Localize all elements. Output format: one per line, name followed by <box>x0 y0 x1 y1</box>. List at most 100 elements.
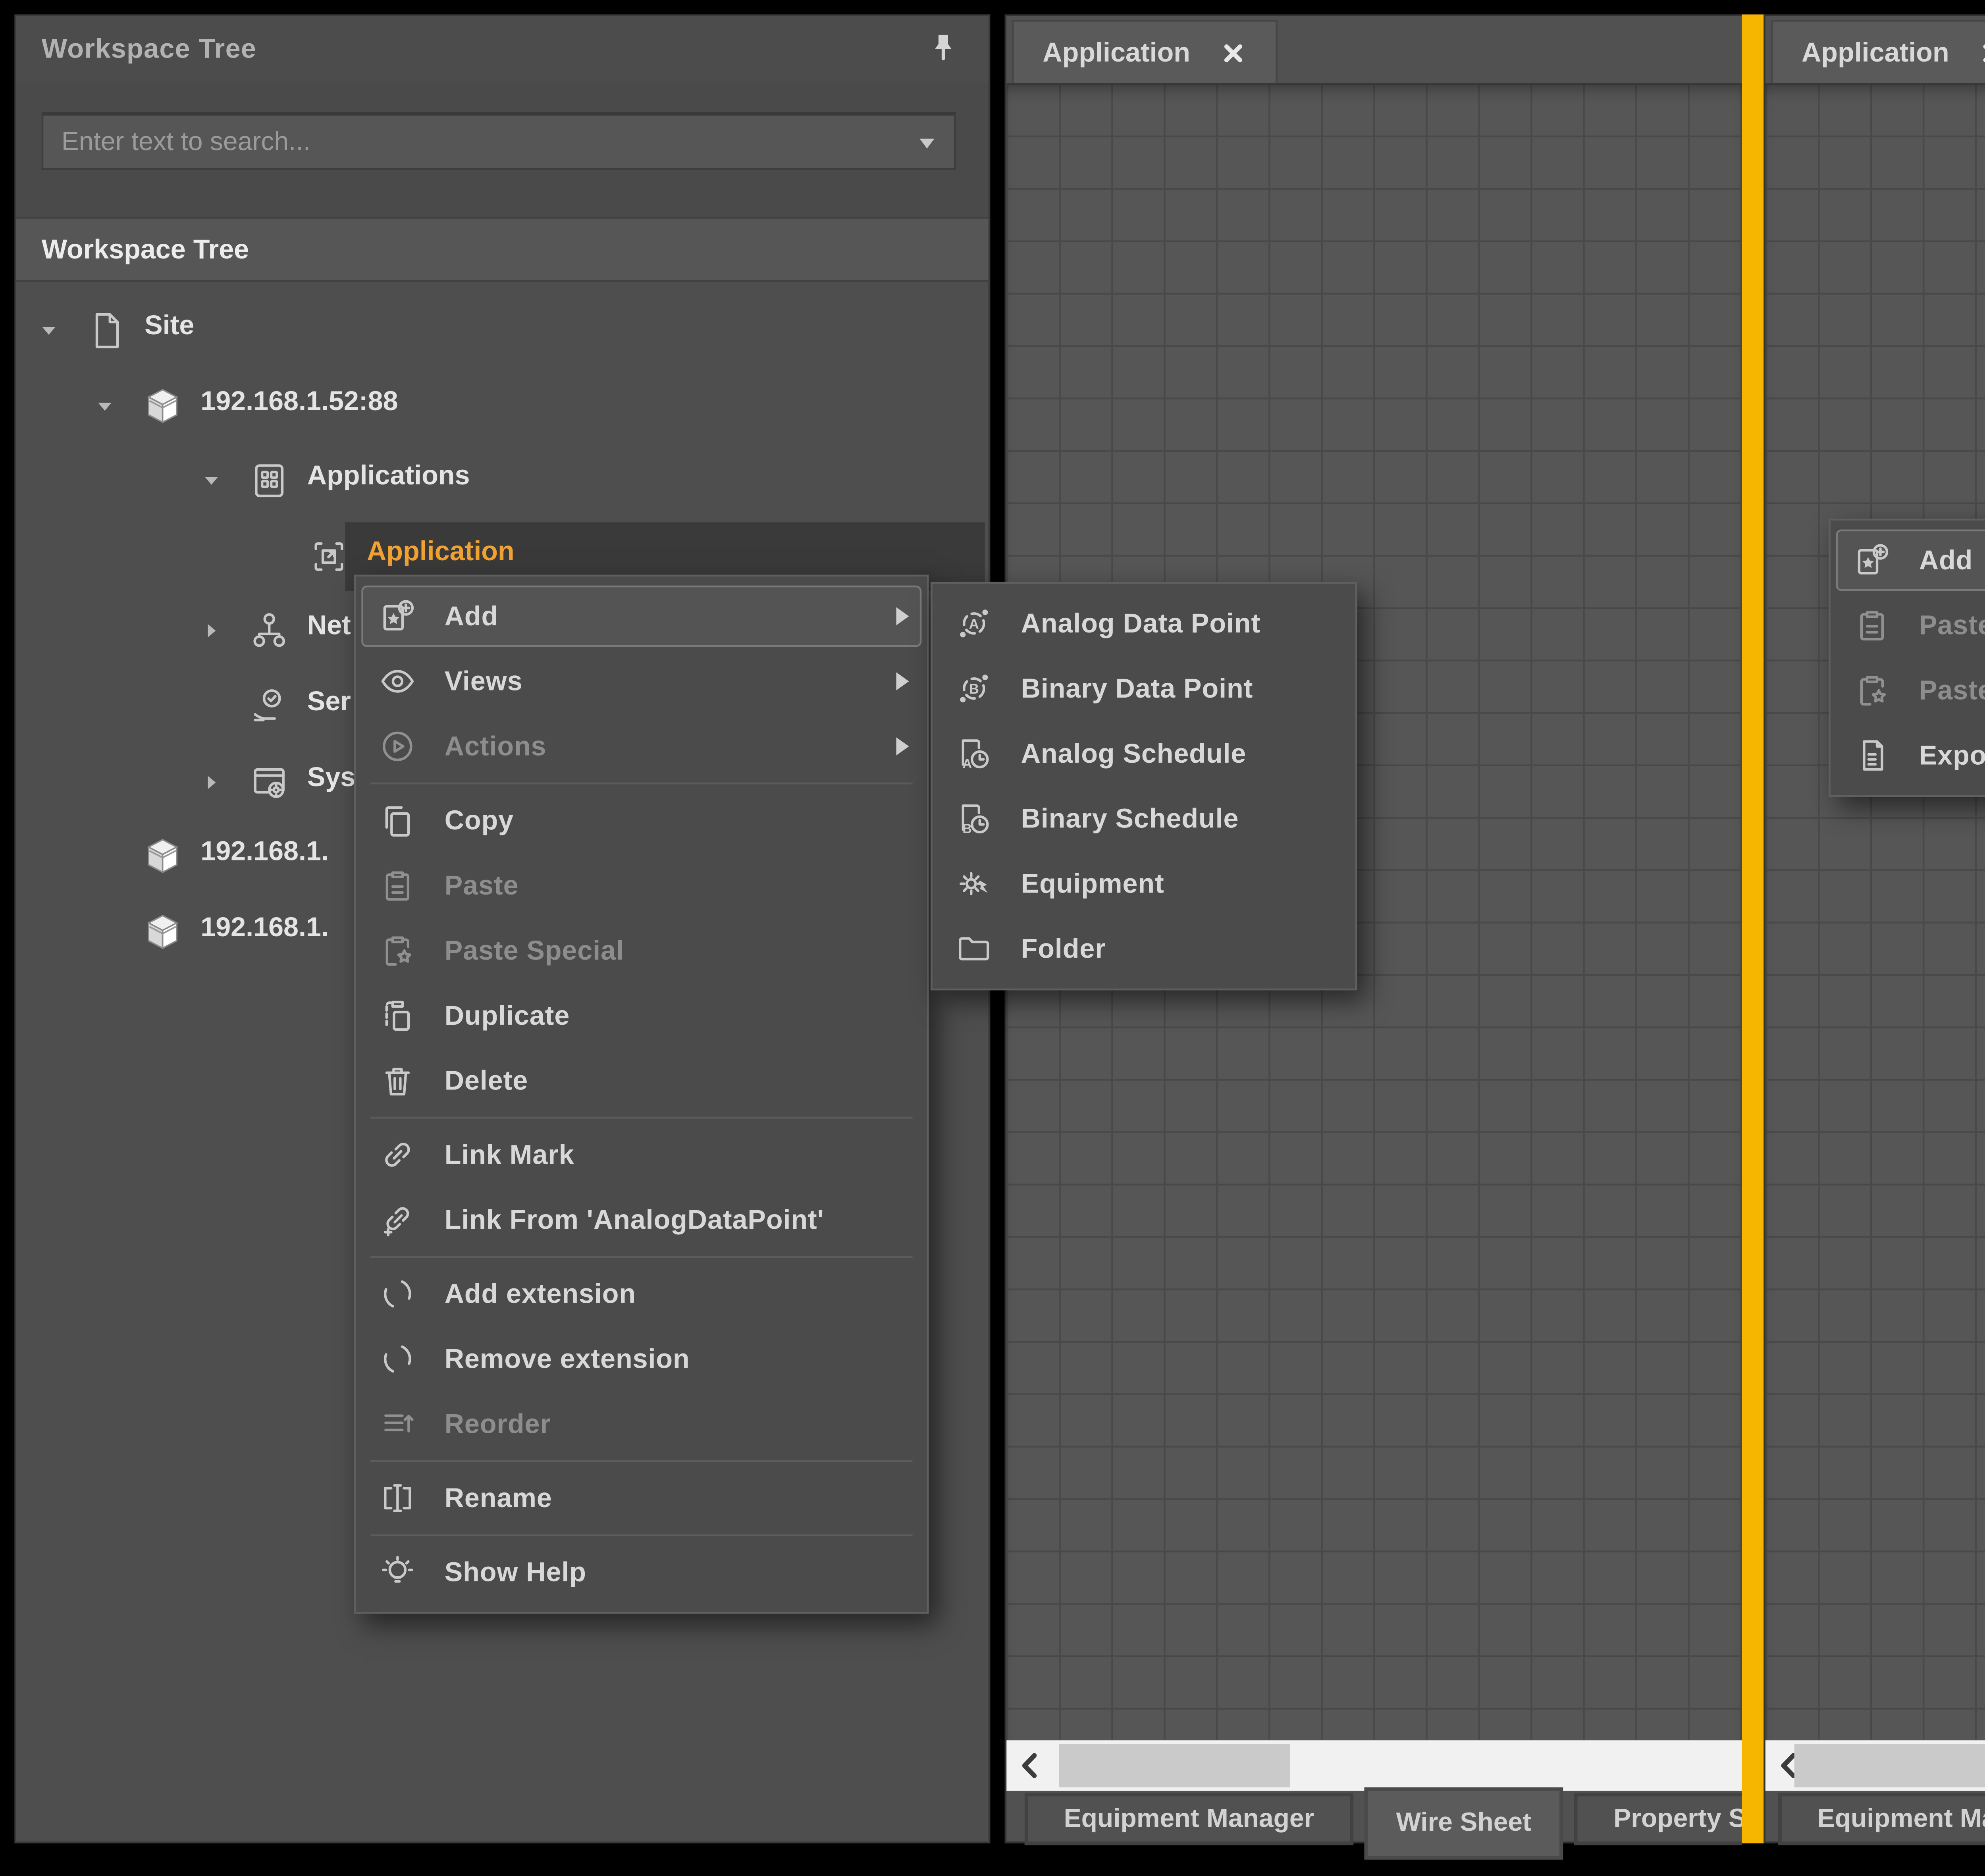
menu-item-label: Duplicate <box>445 1000 570 1031</box>
scrollbar-thumb[interactable] <box>1794 1744 1985 1787</box>
bottom-tab-wire-sheet[interactable]: Wire Sheet <box>1364 1787 1563 1860</box>
menu-item-label: Delete <box>445 1065 528 1096</box>
svg-text:A: A <box>963 756 972 771</box>
menu-item-export-print[interactable]: Export/Print <box>1831 723 1985 788</box>
menu-item-label: Folder <box>1021 933 1106 964</box>
menu-item-show-help[interactable]: Show Help <box>356 1540 927 1605</box>
menu-item-add[interactable]: Add <box>1831 528 1985 593</box>
right-editor-panel: Application Equipment ManagerWire SheetP… <box>1763 14 1985 1843</box>
menu-item-binary-schedule[interactable]: BBinary Schedule <box>933 786 1355 851</box>
svg-text:B: B <box>969 681 979 697</box>
menu-item-binary-data-point[interactable]: B Binary Data Point <box>933 656 1355 721</box>
applications-icon <box>248 459 291 502</box>
menu-item-duplicate[interactable]: Duplicate <box>356 983 927 1048</box>
services-icon <box>248 685 291 728</box>
menu-item-label: Add extension <box>445 1278 636 1309</box>
menu-item-paste: Paste <box>356 853 927 918</box>
tree-item-label: Net <box>307 611 351 641</box>
menu-item-label: Paste <box>1919 610 1985 640</box>
export-print-icon <box>1852 736 1892 775</box>
tab-application-center[interactable]: Application <box>1012 20 1277 83</box>
folder-icon <box>954 929 994 969</box>
tab-application-right[interactable]: Application <box>1771 20 1985 83</box>
tree-item-label: 192.168.1. <box>200 913 329 943</box>
menu-item-analog-schedule[interactable]: A Analog Schedule <box>933 721 1355 786</box>
actions-icon <box>378 727 417 766</box>
tree-section-header: Workspace Tree <box>16 217 989 282</box>
wire-sheet-canvas-right[interactable] <box>1765 83 1985 1740</box>
tree-item-label: Ser <box>307 687 351 717</box>
tree-item-applications[interactable]: Applications <box>16 443 989 519</box>
link-from-icon <box>378 1200 417 1240</box>
menu-item-label: Actions <box>445 731 547 762</box>
menu-item-delete[interactable]: Delete <box>356 1048 927 1113</box>
menu-item-label: Binary Data Point <box>1021 673 1253 704</box>
menu-item-remove-extension[interactable]: Remove extension <box>356 1327 927 1392</box>
expand-arrow-icon[interactable] <box>199 770 224 795</box>
tree-item-label: Application <box>367 537 515 567</box>
menu-item-add[interactable]: Add <box>356 584 927 649</box>
bottom-tab-property-sheet[interactable]: Property Sheet <box>1574 1793 1742 1845</box>
app-window: Workspace Tree Workspace Tree Site 192.16… <box>0 0 1985 1876</box>
menu-item-label: Copy <box>445 805 514 836</box>
bottom-tab-equipment-manager[interactable]: Equipment Manager <box>1025 1793 1353 1845</box>
menu-item-paste: Paste <box>1831 593 1985 658</box>
menu-item-add-extension[interactable]: Add extension <box>356 1261 927 1327</box>
expand-arrow-icon[interactable] <box>199 618 224 644</box>
menu-item-link-mark[interactable]: Link Mark <box>356 1122 927 1188</box>
svg-text:A: A <box>969 616 979 632</box>
scroll-left-icon[interactable] <box>1012 1746 1048 1785</box>
system-icon <box>248 761 291 804</box>
menu-item-link-from-analogdatapoint-[interactable]: Link From 'AnalogDataPoint' <box>356 1187 927 1252</box>
collapse-arrow-icon[interactable] <box>199 468 224 494</box>
bottom-tab-label: Property Sheet <box>1613 1805 1742 1834</box>
bottom-tab-label: Equipment Manager <box>1817 1805 1985 1834</box>
tree-context-menu: Add Views Actions Copy PastePaste Special Dup… <box>354 575 929 1614</box>
binary-point-icon: B <box>954 669 994 708</box>
search-box <box>42 112 956 170</box>
menu-item-label: Analog Schedule <box>1021 738 1247 769</box>
menu-item-label: Link From 'AnalogDataPoint' <box>445 1205 824 1235</box>
bottom-tab-equipment-manager[interactable]: Equipment Manager <box>1778 1793 1985 1845</box>
close-icon[interactable] <box>1978 39 1985 66</box>
search-input[interactable] <box>43 127 911 156</box>
bottom-tab-label: Wire Sheet <box>1396 1809 1532 1838</box>
add-icon <box>1852 540 1892 580</box>
application-icon <box>307 535 351 578</box>
tree-item-label: Applications <box>307 461 470 492</box>
device-cube-icon <box>141 911 184 954</box>
help-icon <box>378 1552 417 1592</box>
workspace-tree-header: Workspace Tree <box>16 16 989 85</box>
menu-separator <box>370 1256 912 1258</box>
menu-item-paste-special: Paste Special <box>356 918 927 983</box>
panel-splitter[interactable] <box>1742 14 1764 1843</box>
collapse-arrow-icon[interactable] <box>92 394 118 419</box>
paste-special-icon <box>1852 671 1892 710</box>
horizontal-scrollbar-center[interactable] <box>1006 1740 1742 1791</box>
site-page-icon <box>85 309 128 352</box>
menu-item-views[interactable]: Views <box>356 649 927 714</box>
tree-item-label: 192.168.1.52:88 <box>200 387 398 417</box>
svg-text:B: B <box>963 821 972 836</box>
submenu-arrow-icon <box>896 672 909 690</box>
menu-item-copy[interactable]: Copy <box>356 788 927 853</box>
collapse-arrow-icon[interactable] <box>36 318 62 343</box>
menu-item-rename[interactable]: Rename <box>356 1465 927 1531</box>
menu-item-label: Add <box>445 601 498 631</box>
horizontal-scrollbar-right[interactable] <box>1765 1740 1985 1791</box>
paste-icon <box>378 866 417 905</box>
chevron-down-icon[interactable] <box>911 125 943 158</box>
menu-item-analog-data-point[interactable]: AAnalog Data Point <box>933 591 1355 656</box>
menu-item-equipment[interactable]: Equipment <box>933 851 1355 916</box>
tree-item-site[interactable]: Site <box>16 293 989 368</box>
tree-item-192-168-1-52-88[interactable]: 192.168.1.52:88 <box>16 369 989 445</box>
menu-item-folder[interactable]: Folder <box>933 916 1355 981</box>
link-icon <box>378 1135 417 1174</box>
bottom-tab-label: Equipment Manager <box>1064 1805 1314 1834</box>
canvas-context-menu: AddPastePaste SpecialExport/Print <box>1829 519 1985 797</box>
close-icon[interactable] <box>1219 39 1246 66</box>
scrollbar-thumb[interactable] <box>1059 1744 1290 1787</box>
pin-icon[interactable] <box>923 29 963 69</box>
right-tabbar: Application <box>1765 16 1985 87</box>
menu-item-reorder: Reorder <box>356 1392 927 1457</box>
